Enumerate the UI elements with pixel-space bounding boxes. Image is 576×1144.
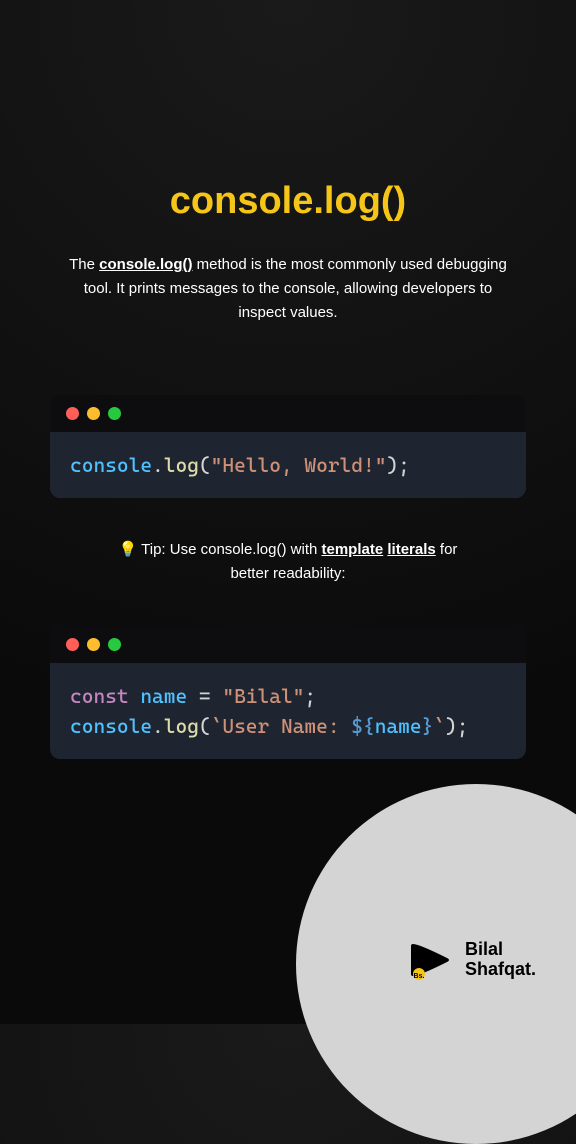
logo-icon: Bs. [407, 936, 455, 984]
code-block-1: console.log("Hello, World!"); [50, 395, 526, 498]
code-token: log [164, 453, 199, 477]
code-token: ` [433, 714, 445, 738]
code-token: . [152, 714, 164, 738]
code-token: = [187, 684, 222, 708]
code-token: log [164, 714, 199, 738]
minimize-dot-icon [87, 407, 100, 420]
close-dot-icon [66, 638, 79, 651]
code-body-2: const name = "Bilal"; console.log(`User N… [50, 663, 526, 759]
code-token: "Bilal" [222, 684, 304, 708]
code-token: ( [199, 714, 211, 738]
brand-logo: Bs. Bilal Shafqat. [407, 936, 536, 984]
brand-line-1: Bilal [465, 940, 536, 960]
close-dot-icon [66, 407, 79, 420]
logo-short-text: Bs. [414, 973, 425, 980]
code-token: name [375, 714, 422, 738]
brand-line-2: Shafqat. [465, 960, 536, 980]
code-token: ; [304, 684, 316, 708]
maximize-dot-icon [108, 638, 121, 651]
code-token: . [152, 453, 164, 477]
window-controls [50, 626, 526, 663]
content-container: console.log() The console.log() method i… [0, 0, 576, 759]
description-bold: console.log() [99, 256, 192, 273]
code-token: "Hello, World!" [211, 453, 387, 477]
logo-text: Bilal Shafqat. [465, 940, 536, 980]
tip-underline-1: template [322, 541, 384, 558]
lightbulb-icon: 💡 [119, 541, 138, 558]
maximize-dot-icon [108, 407, 121, 420]
tip-text: 💡 Tip: Use console.log() with template l… [50, 538, 526, 586]
window-controls [50, 395, 526, 432]
code-body-1: console.log("Hello, World!"); [50, 432, 526, 498]
code-token [129, 684, 141, 708]
code-token: console [70, 453, 152, 477]
tip-prefix: Tip: Use console.log() with [137, 541, 321, 558]
description-prefix: The [69, 256, 99, 273]
code-token: } [422, 714, 434, 738]
code-token: const [70, 684, 129, 708]
code-token: console [70, 714, 152, 738]
description-text: The console.log() method is the most com… [50, 253, 526, 325]
minimize-dot-icon [87, 638, 100, 651]
code-token: name [140, 684, 187, 708]
code-token: ${ [351, 714, 374, 738]
code-block-2: const name = "Bilal"; console.log(`User N… [50, 626, 526, 759]
code-token: ); [445, 714, 468, 738]
tip-underline-2: literals [387, 541, 435, 558]
code-token: ); [386, 453, 409, 477]
page-title: console.log() [50, 180, 526, 223]
code-token: ( [199, 453, 211, 477]
code-token: `User Name: [211, 714, 352, 738]
